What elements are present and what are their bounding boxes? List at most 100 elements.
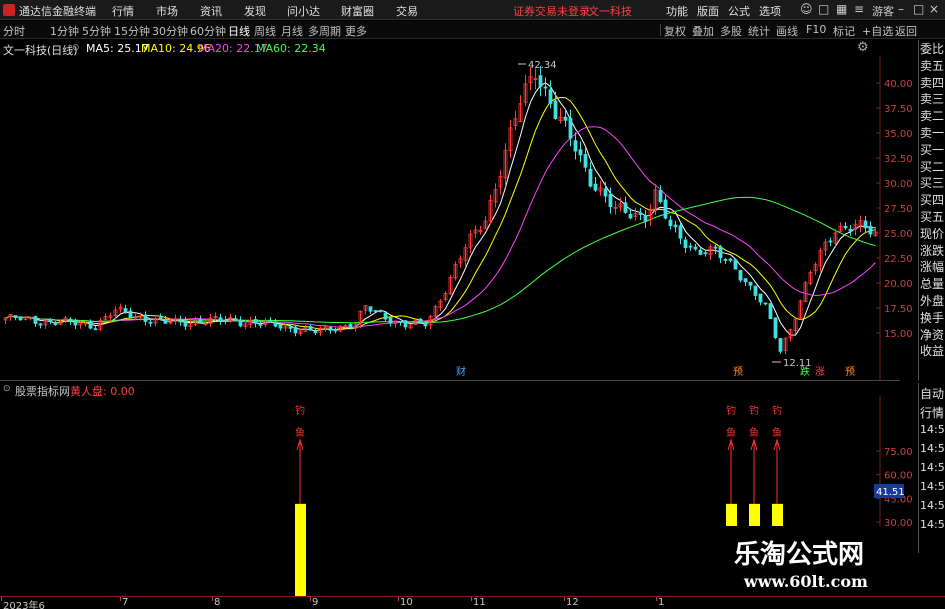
tick-panel-item[interactable]: 自动 bbox=[920, 385, 944, 402]
period-daily[interactable]: 日线 bbox=[228, 23, 250, 39]
period-30min[interactable]: 30分钟 bbox=[152, 23, 188, 39]
stock-title[interactable]: 文一科技(日线) bbox=[3, 42, 78, 58]
quote-panel-item[interactable]: 委比 bbox=[920, 42, 945, 57]
tick-panel-item[interactable]: 14:5( bbox=[920, 423, 945, 436]
grid-icon[interactable]: ▦ bbox=[836, 2, 847, 16]
tick-panel: 自动行情 14:5( 14:5( 14:5( 14:5( 14:5( 14:5( bbox=[918, 383, 945, 553]
menu-market-center[interactable]: 市场 bbox=[156, 3, 178, 19]
indicator-menu-icon[interactable]: ⊙ bbox=[3, 384, 11, 394]
quote-panel-item[interactable]: 买三 bbox=[920, 176, 945, 191]
collapse-icon[interactable]: ⊙ bbox=[72, 43, 80, 53]
quote-panel-item[interactable]: 总量 bbox=[920, 277, 945, 292]
menu-function[interactable]: 功能 bbox=[666, 3, 688, 19]
candle-body bbox=[293, 326, 298, 334]
signal-marker-stem bbox=[727, 438, 735, 504]
overlay-button[interactable]: 叠加 bbox=[692, 23, 714, 39]
candlesticks bbox=[3, 66, 878, 355]
price-tick-label: 25.00 bbox=[884, 229, 913, 240]
tick-panel-item[interactable]: 14:5( bbox=[920, 442, 945, 455]
kline-chart[interactable]: 40.00 37.50 35.00 32.50 30.00 27.50 25.00 22.50… bbox=[0, 40, 918, 596]
candle-body bbox=[368, 306, 373, 312]
quote-panel-item[interactable]: 买五 bbox=[920, 210, 945, 225]
candle-body bbox=[863, 220, 868, 229]
quote-panel-item[interactable]: 卖四 bbox=[920, 76, 945, 91]
menu-options[interactable]: 选项 bbox=[759, 3, 781, 19]
tick-panel-item[interactable]: 14:5( bbox=[920, 480, 945, 493]
menu-ask[interactable]: 问小达 bbox=[287, 3, 320, 19]
menu-wealth[interactable]: 财富圈 bbox=[341, 3, 374, 19]
signal-text: 钓 bbox=[726, 404, 736, 417]
candle-body bbox=[53, 322, 58, 325]
tick-panel-item[interactable]: 14:5( bbox=[920, 461, 945, 474]
candle-body bbox=[238, 319, 243, 327]
menu-discover[interactable]: 发现 bbox=[244, 3, 266, 19]
menu-trade[interactable]: 交易 bbox=[396, 3, 418, 19]
menu-icon[interactable]: ≡ bbox=[854, 2, 864, 16]
login-notice[interactable]: 证券交易未登录 bbox=[513, 3, 590, 19]
quote-panel-item[interactable]: 现价 bbox=[920, 227, 945, 242]
period-15min[interactable]: 15分钟 bbox=[114, 23, 150, 39]
menu-news[interactable]: 资讯 bbox=[200, 3, 222, 19]
candle-body bbox=[378, 310, 383, 313]
quote-panel-item[interactable]: 买一 bbox=[920, 143, 945, 158]
quote-panel-item[interactable]: 净资 bbox=[920, 328, 945, 343]
quote-panel-item[interactable]: 卖五 bbox=[920, 59, 945, 74]
candle-body bbox=[713, 246, 718, 249]
quote-panel-item[interactable]: 外盘 bbox=[920, 294, 945, 309]
quote-panel-item[interactable]: 收益 bbox=[920, 344, 945, 359]
candle-body bbox=[543, 86, 548, 89]
settings-icon[interactable]: ⚙ bbox=[857, 40, 869, 55]
candle-body bbox=[233, 318, 238, 322]
mark-button[interactable]: 标记 bbox=[833, 23, 855, 39]
draw-line-button[interactable]: 画线 bbox=[776, 23, 798, 39]
quote-panel-item[interactable]: 卖三 bbox=[920, 92, 945, 107]
period-weekly[interactable]: 周线 bbox=[254, 23, 276, 39]
period-more[interactable]: 更多 bbox=[345, 23, 367, 39]
close-icon[interactable]: × bbox=[929, 2, 939, 16]
period-5min[interactable]: 5分钟 bbox=[82, 23, 111, 39]
menu-formula[interactable]: 公式 bbox=[728, 3, 750, 19]
period-1min[interactable]: 1分钟 bbox=[50, 23, 79, 39]
candle-body bbox=[843, 225, 848, 229]
period-monthly[interactable]: 月线 bbox=[281, 23, 303, 39]
indicator-signals: 钓鱼钓鱼钓鱼钓鱼 bbox=[295, 404, 783, 596]
candle-body bbox=[623, 202, 628, 213]
window-icon[interactable]: □ bbox=[818, 2, 829, 16]
quote-panel-item[interactable]: 买二 bbox=[920, 160, 945, 175]
minimize-icon[interactable]: – bbox=[898, 2, 904, 16]
multi-stock-button[interactable]: 多股 bbox=[720, 23, 742, 39]
add-watchlist-button[interactable]: +自选 bbox=[862, 23, 893, 39]
period-multi[interactable]: 多周期 bbox=[308, 23, 341, 39]
tick-panel-item[interactable]: 14:5( bbox=[920, 499, 945, 512]
maximize-icon[interactable]: □ bbox=[913, 2, 924, 16]
period-60min[interactable]: 60分钟 bbox=[190, 23, 226, 39]
quote-panel-item[interactable]: 涨跌 bbox=[920, 244, 945, 259]
quote-panel-item[interactable]: 买四 bbox=[920, 193, 945, 208]
ma10-line bbox=[5, 96, 876, 331]
signal-marker-stem bbox=[750, 438, 758, 504]
menu-market[interactable]: 行情 bbox=[112, 3, 134, 19]
tick-panel-item[interactable]: 14:5( bbox=[920, 518, 945, 531]
period-intraday[interactable]: 分时 bbox=[3, 23, 25, 39]
candle-body bbox=[548, 89, 553, 104]
candle-body bbox=[163, 319, 168, 324]
quote-panel-item[interactable]: 卖一 bbox=[920, 126, 945, 141]
indicator-name[interactable]: 股票指标网 bbox=[15, 383, 70, 399]
price-tick-label: 30.00 bbox=[884, 179, 913, 190]
candle-body bbox=[148, 321, 153, 324]
signal-marker-stem bbox=[296, 438, 304, 504]
guest-label[interactable]: 游客 bbox=[872, 3, 894, 19]
stats-button[interactable]: 统计 bbox=[748, 23, 770, 39]
date-tick-label: 11 bbox=[473, 597, 486, 608]
quote-panel-item[interactable]: 换手 bbox=[920, 311, 945, 326]
user-icon[interactable]: ☺ bbox=[800, 2, 813, 16]
candle-body bbox=[383, 312, 388, 320]
menu-layout[interactable]: 版面 bbox=[697, 3, 719, 19]
candle-body bbox=[608, 193, 613, 208]
f10-button[interactable]: F10 bbox=[806, 23, 826, 36]
back-button[interactable]: 返回 bbox=[895, 23, 917, 39]
tick-panel-item[interactable]: 行情 bbox=[920, 404, 944, 421]
adjust-button[interactable]: 复权 bbox=[664, 23, 686, 39]
quote-panel-item[interactable]: 卖二 bbox=[920, 109, 945, 124]
quote-panel-item[interactable]: 涨幅 bbox=[920, 260, 945, 275]
